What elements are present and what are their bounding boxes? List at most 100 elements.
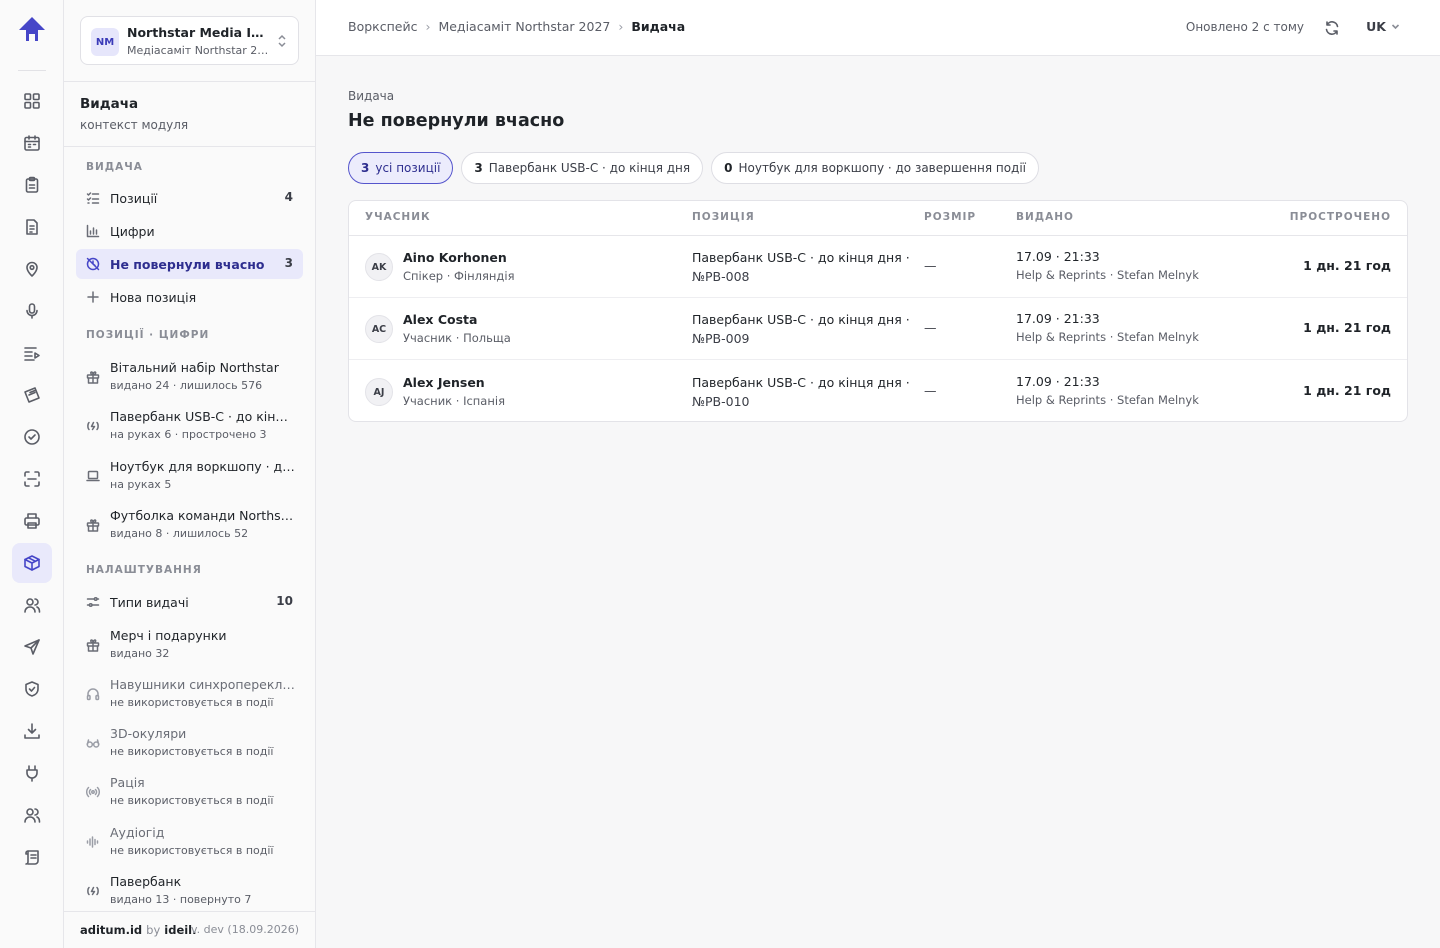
item-code: №PB-010 [692,394,750,409]
participant-name[interactable]: Alex Jensen [403,375,485,390]
bar-chart-icon [86,224,100,238]
workspace-name: Northstar Media Institute [127,25,272,40]
sidebar-item-issue-types[interactable]: Типи видачі 10 [76,587,303,617]
breadcrumb-event[interactable]: Медіасаміт Northstar 2027 [438,19,610,34]
users-icon[interactable] [12,585,52,625]
clipboard-icon[interactable] [12,165,52,205]
list-play-icon[interactable] [12,333,52,373]
sidebar-item-3d-glasses[interactable]: 3D-окуляри не використовується в події [76,723,303,763]
column-header-participant[interactable]: УЧАСНИК [365,211,431,223]
sidebar-item-figures[interactable]: Цифри [76,216,303,246]
participant-name[interactable]: Aino Korhonen [403,250,507,265]
item-code: №PB-009 [692,331,750,346]
filter-chips: 3 усі позиції 3 Павербанк USB-C · до кінця… [348,152,1039,184]
glasses-icon [86,736,100,750]
laptop-icon [86,469,100,483]
table-row[interactable]: AJ Alex Jensen Учасник · Іспанія Паверба… [349,361,1407,421]
column-header-item[interactable]: ПОЗИЦІЯ [692,211,755,223]
item-name: Павербанк USB-C · до кінця дня · [692,375,910,390]
item-size: — [924,258,937,273]
dashboard-icon[interactable] [12,81,52,121]
language-select[interactable]: UK [1366,19,1400,34]
gift-icon [86,518,100,532]
sidebar-item-workshop-laptop[interactable]: Ноутбук для воркшопу · до завершення под… [76,456,303,496]
refresh-button[interactable] [1322,18,1342,38]
shield-check-icon[interactable] [12,669,52,709]
section-heading-items-figures: ПОЗИЦІЇ · ЦИФРИ [86,329,210,341]
item-title: Аудіогід [110,825,165,840]
location-pin-icon[interactable] [12,249,52,289]
calendar-icon[interactable] [12,123,52,163]
item-stats: видано 13 · повернуто 7 [110,893,252,906]
sidebar-item-interpretation-headphones[interactable]: Навушники синхроперекладу не використову… [76,674,303,714]
item-size: — [924,383,937,398]
download-icon[interactable] [12,711,52,751]
check-circle-icon[interactable] [12,417,52,457]
brand-name[interactable]: aditum.id [80,923,142,937]
module-sidebar: NM Northstar Media Institute Медіасаміт … [64,0,316,948]
sidebar-item-label: Не повернули вчасно [110,256,265,272]
sidebar-item-merch-gifts[interactable]: Мерч і подарунки видано 32 [76,625,303,665]
item-title: Павербанк [110,874,182,889]
filter-chip-all[interactable]: 3 усі позиції [348,152,454,184]
chip-label: усі позиції [375,161,441,175]
plug-icon[interactable] [12,753,52,793]
item-stats: не використовується в події [110,794,274,807]
breadcrumb-workspace[interactable]: Воркспейс [348,19,417,34]
sidebar-item-radio[interactable]: Рація не використовується в події [76,772,303,812]
workspace-switcher[interactable]: NM Northstar Media Institute Медіасаміт … [80,16,299,65]
sidebar-item-audio-guide[interactable]: Аудіогід не використовується в події [76,822,303,862]
sidebar-item-items[interactable]: Позиції 4 [76,183,303,213]
item-stats: видано 24 · лишилось 576 [110,379,263,392]
item-count-badge: 3 [284,256,293,270]
app-logo[interactable] [16,14,48,46]
sidebar-item-new-item[interactable]: Нова позиція [76,282,303,312]
chip-count: 3 [474,161,483,175]
column-header-overdue[interactable]: ПРОСТРОЧЕНО [1290,211,1391,223]
app-rail [0,0,64,948]
section-heading-issue: ВИДАЧА [86,161,143,173]
chevron-updown-icon [276,33,288,49]
radio-icon [86,785,100,799]
sidebar-item-label: Нова позиція [110,289,197,305]
top-bar: Воркспейс › Медіасаміт Northstar 2027 › … [316,0,1440,56]
section-heading-settings: НАЛАШТУВАННЯ [86,564,202,576]
sidebar-item-welcome-kit[interactable]: Вітальний набір Northstar видано 24 · ли… [76,357,303,397]
ticket-icon[interactable] [12,375,52,415]
microphone-icon[interactable] [12,291,52,331]
table-row[interactable]: AC Alex Costa Учасник · Польща Павербанк… [349,298,1407,360]
language-value: UK [1366,19,1386,34]
sidebar-item-powerbank-usbc[interactable]: Павербанк USB-C · до кінця дня на руках … [76,406,303,446]
printer-icon[interactable] [12,501,52,541]
overdue-duration: 1 дн. 21 год [1303,258,1391,273]
package-icon[interactable] [12,543,52,583]
sliders-icon [86,595,100,609]
team-icon[interactable] [12,795,52,835]
issued-time: 17.09 · 21:33 [1016,374,1100,389]
column-header-size[interactable]: РОЗМІР [924,211,976,223]
sidebar-item-label: Цифри [110,223,155,239]
table-row[interactable]: AK Aino Korhonen Спікер · Фінляндія Паве… [349,236,1407,298]
filter-chip-powerbank[interactable]: 3 Павербанк USB-C · до кінця дня [461,152,704,184]
chip-label: Павербанк USB-C · до кінця дня [488,161,691,175]
sidebar-item-label: Позиції [110,190,158,206]
document-icon[interactable] [12,207,52,247]
filter-chip-laptop[interactable]: 0 Ноутбук для воркшопу · до завершення по… [711,152,1039,184]
chevron-down-icon [1391,24,1400,30]
participant-role: Спікер · Фінляндія [403,269,515,283]
plus-icon [86,290,100,304]
item-title: Навушники синхроперекладу [110,677,296,692]
scroll-icon[interactable] [12,837,52,877]
sidebar-divider [64,146,315,147]
column-header-issued[interactable]: ВИДАНО [1016,211,1074,223]
sidebar-item-powerbank[interactable]: Павербанк видано 13 · повернуто 7 [76,871,303,911]
overdue-duration: 1 дн. 21 год [1303,383,1391,398]
overdue-duration: 1 дн. 21 год [1303,320,1391,335]
sidebar-item-not-returned[interactable]: Не повернули вчасно 3 [76,249,303,279]
item-name: Павербанк USB-C · до кінця дня · [692,312,910,327]
participant-name[interactable]: Alex Costa [403,312,477,327]
sidebar-item-team-tshirt[interactable]: Футболка команди Northstar видано 8 · ли… [76,505,303,545]
send-icon[interactable] [12,627,52,667]
scan-icon[interactable] [12,459,52,499]
overdue-table: УЧАСНИК ПОЗИЦІЯ РОЗМІР ВИДАНО ПРОСТРОЧЕН… [348,200,1408,422]
